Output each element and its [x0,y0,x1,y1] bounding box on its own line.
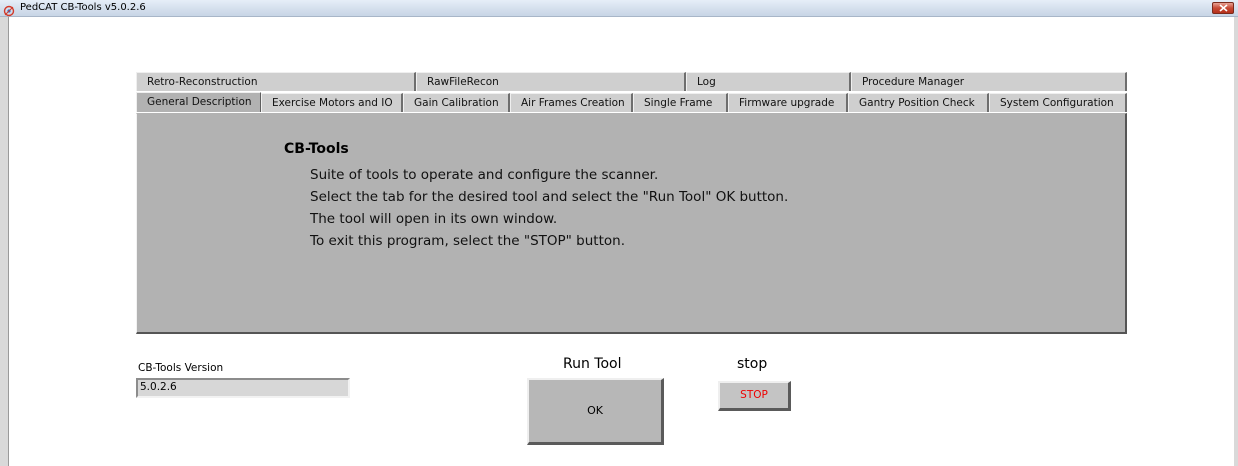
title-bar: PedCAT CB-Tools v5.0.2.6 [0,0,1238,17]
close-button[interactable] [1212,2,1234,14]
description-line: To exit this program, select the "STOP" … [310,233,625,249]
tab-retro-reconstruction[interactable]: Retro-Reconstruction [136,72,416,91]
tab-firmware-upgrade[interactable]: Firmware upgrade [728,93,848,112]
stop-label: stop [737,356,768,372]
description-line: Suite of tools to operate and configure … [310,167,659,183]
tab-general-description[interactable]: General Description [136,92,261,112]
close-icon [1219,4,1228,12]
tab-gain-calibration[interactable]: Gain Calibration [403,93,510,112]
description-heading: CB-Tools [284,141,349,157]
tab-system-configuration[interactable]: System Configuration [989,93,1127,112]
tab-procedure-manager[interactable]: Procedure Manager [851,72,1127,91]
tab-exercise-motors-and-io[interactable]: Exercise Motors and IO [261,93,403,112]
tab-gantry-position-check[interactable]: Gantry Position Check [848,93,989,112]
tab-single-frame[interactable]: Single Frame [633,93,728,112]
version-indicator: 5.0.2.6 [136,378,350,398]
stop-button[interactable]: STOP [718,381,791,411]
app-icon [3,2,15,17]
window-title: PedCAT CB-Tools v5.0.2.6 [20,2,146,13]
tab-log[interactable]: Log [686,72,851,91]
description-line: The tool will open in its own window. [310,211,558,227]
tab-air-frames-creation[interactable]: Air Frames Creation [510,93,633,112]
run-tool-ok-button[interactable]: OK [527,378,664,445]
description-line: Select the tab for the desired tool and … [310,189,789,205]
tab-rawfilerecon[interactable]: RawFileRecon [416,72,686,91]
version-label: CB-Tools Version [138,362,224,374]
run-tool-label: Run Tool [563,356,622,372]
